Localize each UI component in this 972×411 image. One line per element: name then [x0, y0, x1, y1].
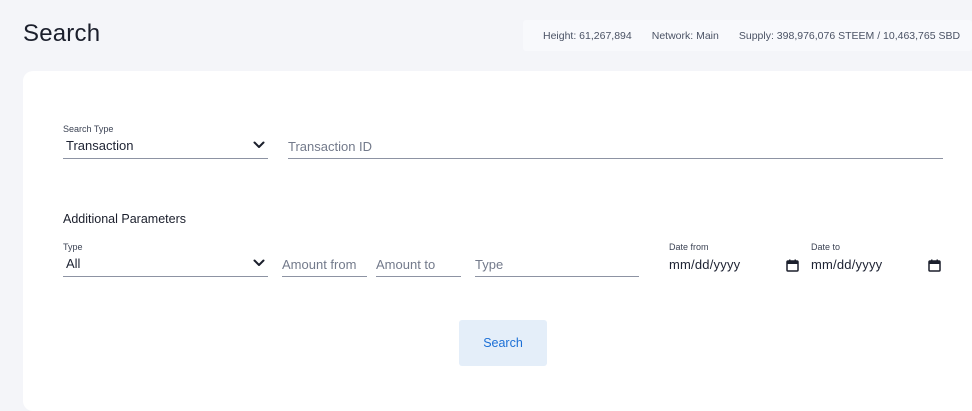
search-card: Search Type Transaction Additional Param… [23, 71, 972, 411]
date-from-value: mm/dd/yyyy [669, 257, 741, 272]
search-type-select[interactable]: Search Type Transaction [63, 124, 268, 159]
chevron-down-icon [253, 141, 265, 148]
type-select[interactable]: Type All [63, 242, 268, 277]
chevron-down-icon [253, 259, 265, 266]
amount-from-field [282, 242, 367, 277]
search-button[interactable]: Search [459, 320, 547, 366]
additional-parameters-heading: Additional Parameters [63, 212, 186, 226]
operation-type-field [475, 242, 639, 277]
search-type-value: Transaction [66, 138, 134, 153]
transaction-id-field [288, 124, 943, 159]
supply-stat: Supply: 398,976,076 STEEM / 10,463,765 S… [738, 29, 961, 42]
date-to-label: Date to [811, 242, 841, 252]
transaction-id-input[interactable] [288, 134, 943, 158]
calendar-icon[interactable] [786, 259, 799, 272]
calendar-icon[interactable] [928, 259, 941, 272]
block-height-stat: Height: 61,267,894 [543, 29, 632, 42]
amount-to-field [376, 242, 461, 277]
type-select-label: Type [63, 242, 83, 252]
page-title: Search [23, 20, 101, 47]
date-from-label: Date from [669, 242, 709, 252]
search-type-label: Search Type [63, 124, 114, 134]
date-to-value: mm/dd/yyyy [811, 257, 883, 272]
date-to-field[interactable]: Date to mm/dd/yyyy [811, 242, 943, 277]
date-from-field[interactable]: Date from mm/dd/yyyy [669, 242, 801, 277]
chain-stats-bar: Height: 61,267,894 Network: Main Supply:… [523, 20, 972, 51]
amount-from-input[interactable] [282, 252, 367, 276]
type-select-value: All [66, 256, 81, 271]
operation-type-input[interactable] [475, 252, 639, 276]
amount-to-input[interactable] [376, 252, 461, 276]
network-stat: Network: Main [651, 29, 719, 42]
